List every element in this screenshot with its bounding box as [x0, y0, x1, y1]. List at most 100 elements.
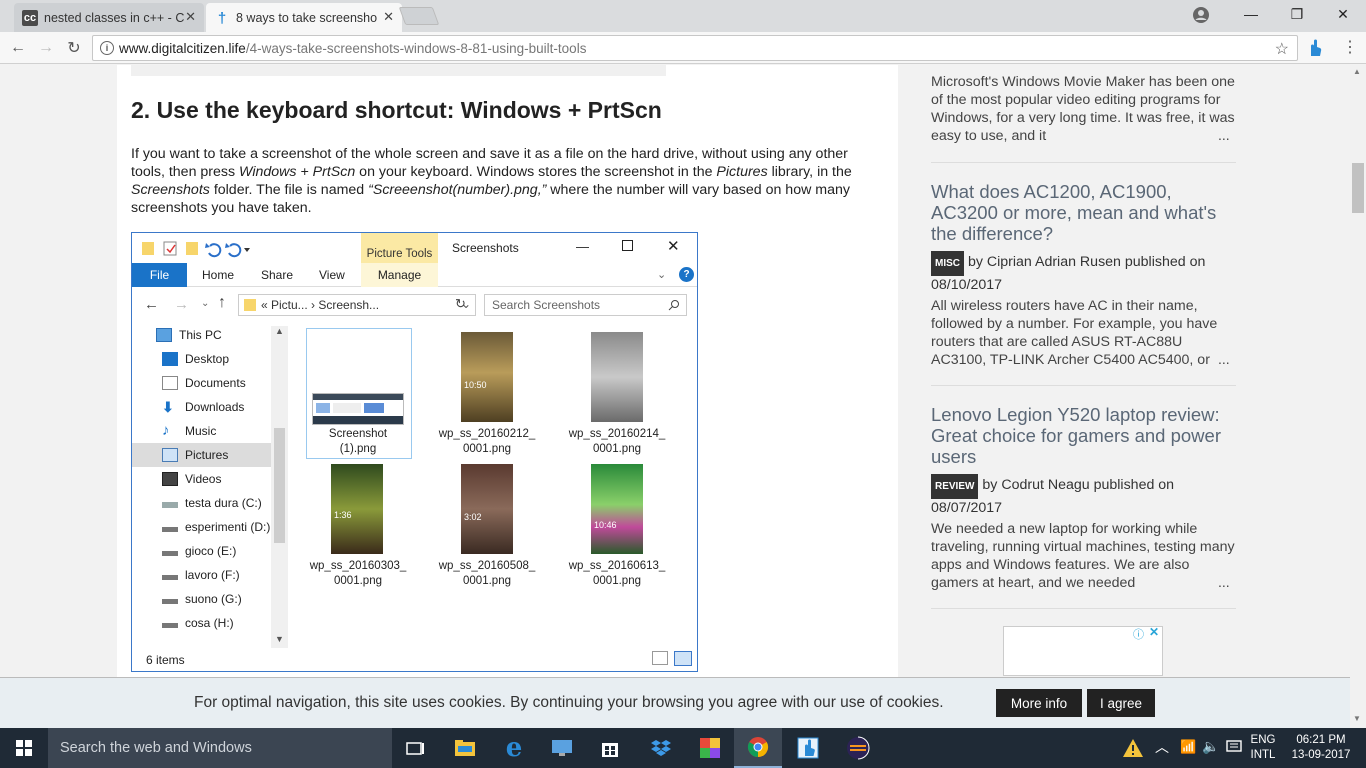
- new-tab-button[interactable]: [398, 7, 440, 25]
- post-title[interactable]: Lenovo Legion Y520 laptop review: Great …: [931, 404, 1231, 467]
- documents-icon: [162, 376, 178, 390]
- post-title[interactable]: What does AC1200, AC1900, AC3200 or more…: [931, 181, 1231, 244]
- volume-icon[interactable]: 🔈: [1202, 738, 1219, 755]
- quick-access-icons: [142, 241, 250, 258]
- minimize-button[interactable]: —: [1228, 0, 1274, 28]
- post-date: 08/10/2017: [931, 277, 1003, 293]
- agree-button[interactable]: I agree: [1087, 689, 1155, 717]
- close-icon[interactable]: ✕: [185, 9, 196, 25]
- downloads-icon: ⬇: [162, 399, 174, 415]
- file-name: wp_ss_20160508_ 0001.png: [438, 560, 536, 587]
- category-badge[interactable]: REVIEW: [931, 474, 979, 499]
- warning-icon[interactable]: [1122, 738, 1144, 761]
- url-host: www.digitalcitizen.life: [119, 40, 246, 56]
- nav-item-drive-g: suono (G:): [132, 587, 272, 611]
- remote-desktop-icon[interactable]: [538, 728, 586, 768]
- scroll-up-icon: ▲: [275, 326, 284, 336]
- post-date: 08/07/2017: [931, 500, 1003, 516]
- drive-icon: [162, 502, 178, 508]
- ad-info-icon[interactable]: ⓘ: [1133, 626, 1144, 642]
- close-icon: ✕: [667, 238, 680, 255]
- previous-image-edge: [131, 65, 666, 76]
- start-button[interactable]: [0, 728, 48, 768]
- nav-item-drive-e: gioco (E:): [132, 539, 272, 563]
- more-info-button[interactable]: More info: [996, 689, 1082, 717]
- task-view-icon[interactable]: [392, 728, 440, 768]
- videos-icon: [162, 472, 178, 486]
- eclipse-icon[interactable]: [834, 728, 882, 768]
- ribbon-tab-view: View: [319, 268, 345, 282]
- category-badge[interactable]: MISC: [931, 251, 964, 276]
- close-icon[interactable]: ✕: [383, 9, 394, 25]
- ribbon-tab-manage: Manage: [361, 263, 438, 287]
- address-bar[interactable]: i www.digitalcitizen.life/4-ways-take-sc…: [92, 35, 1298, 61]
- cookie-notice-text: For optimal navigation, this site uses c…: [194, 694, 944, 711]
- post-byline: by Codrut Neagu published on: [982, 477, 1175, 493]
- scroll-up-icon[interactable]: ▲: [1353, 67, 1361, 76]
- back-arrow-icon[interactable]: ←: [6, 37, 30, 59]
- chrome-icon[interactable]: [734, 728, 782, 768]
- scroll-down-icon[interactable]: ▼: [1353, 714, 1361, 723]
- store-icon[interactable]: [586, 728, 634, 768]
- ribbon-tab-home: Home: [202, 268, 235, 282]
- tab-label: nested classes in c++ - C: [44, 10, 185, 25]
- pictures-icon: [162, 448, 178, 462]
- clock[interactable]: 06:21 PM 13-09-2017: [1286, 733, 1356, 763]
- info-icon[interactable]: i: [100, 41, 114, 55]
- dropbox-icon[interactable]: [637, 728, 685, 768]
- refresh-icon: ↻: [455, 296, 466, 311]
- ellipsis: ...: [1218, 351, 1230, 367]
- back-arrow-icon: ←: [144, 296, 159, 313]
- touch-app-icon[interactable]: [784, 728, 832, 768]
- search-placeholder: Search Screenshots: [492, 298, 601, 312]
- bookmark-star-icon[interactable]: ☆: [1275, 39, 1289, 59]
- divider: [931, 385, 1236, 386]
- colorful-app-icon[interactable]: [686, 728, 734, 768]
- music-icon: ♪: [162, 422, 170, 439]
- file-thumbnail: 3:02: [461, 464, 513, 554]
- extension-hand-icon[interactable]: [1305, 38, 1325, 58]
- desktop-icon: [162, 352, 178, 366]
- profile-icon[interactable]: [1192, 6, 1210, 24]
- windows-logo-icon: [16, 740, 32, 756]
- forward-arrow-icon: →: [174, 296, 189, 313]
- menu-dots-icon[interactable]: ⋮: [1342, 40, 1358, 56]
- folder-icon: [244, 299, 256, 311]
- forward-arrow-icon[interactable]: →: [34, 37, 58, 59]
- nav-item-pictures: Pictures: [132, 443, 272, 467]
- ad-close-icon[interactable]: ✕: [1149, 625, 1159, 639]
- restore-button[interactable]: ❐: [1274, 0, 1320, 28]
- page-scroll-thumb[interactable]: [1352, 163, 1364, 213]
- chevron-up-icon[interactable]: ︿: [1155, 737, 1169, 757]
- ellipsis: ...: [1218, 574, 1230, 590]
- file-explorer-icon[interactable]: [441, 728, 489, 768]
- explorer-address-bar: « Pictu... › Screensh... ⌄: [238, 294, 476, 316]
- reload-icon[interactable]: ↻: [62, 37, 86, 59]
- file-name: Screenshot (1).png: [328, 428, 388, 455]
- network-icon[interactable]: 📶: [1180, 739, 1196, 755]
- close-window-button[interactable]: ✕: [1320, 0, 1366, 28]
- search-icon: [668, 300, 679, 311]
- tab-label: 8 ways to take screensho: [236, 10, 378, 25]
- minimize-icon: —: [576, 239, 589, 254]
- file-name: wp_ss_20160613_ 0001.png: [568, 560, 666, 587]
- drive-icon: [162, 598, 178, 604]
- taskbar-search-box[interactable]: Search the web and Windows: [48, 728, 392, 768]
- article-heading: 2. Use the keyboard shortcut: Windows + …: [131, 97, 662, 123]
- drive-icon: [162, 550, 178, 556]
- chevron-down-icon: ⌄: [657, 269, 667, 281]
- details-view-icon: [652, 651, 668, 665]
- browser-tab-bar: cc nested classes in c++ - C ✕ † 8 ways …: [0, 0, 1366, 32]
- notifications-icon[interactable]: [1226, 740, 1242, 757]
- nav-item-videos: Videos: [132, 467, 272, 491]
- cc-icon: cc: [22, 10, 38, 26]
- input-language[interactable]: ENG INTL: [1247, 733, 1279, 763]
- sidebar-intro-excerpt: Microsoft's Windows Movie Maker has been…: [931, 74, 1235, 144]
- file-thumbnail: 10:50: [461, 332, 513, 422]
- edge-browser-icon[interactable]: e: [490, 728, 538, 768]
- explorer-window-title: Screenshots: [452, 241, 519, 255]
- tab-8-ways-screenshot[interactable]: † 8 ways to take screensho ✕: [206, 3, 402, 32]
- tab-nested-classes[interactable]: cc nested classes in c++ - C ✕: [14, 3, 204, 32]
- drive-icon: [162, 574, 178, 580]
- divider: [931, 608, 1236, 609]
